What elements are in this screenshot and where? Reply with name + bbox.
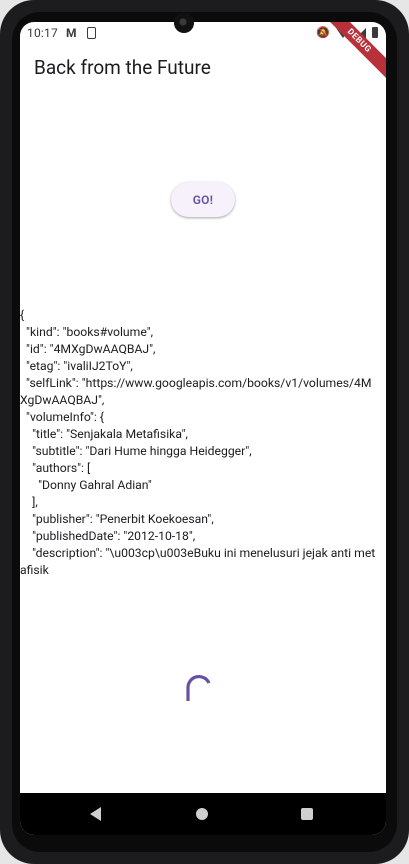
app-screen: 10:17 M 🔕 DEBUG Back from the Future GO!… xyxy=(20,22,386,835)
back-icon[interactable] xyxy=(90,807,101,821)
status-time: 10:17 xyxy=(27,26,58,40)
bell-off-icon: 🔕 xyxy=(316,26,330,39)
json-response-text: { "kind": "books#volume", "id": "4MXgDwA… xyxy=(20,308,376,577)
go-button[interactable]: GO! xyxy=(171,182,235,217)
mail-icon: M xyxy=(66,26,77,40)
status-bar: 10:17 M 🔕 xyxy=(20,22,386,46)
home-icon[interactable] xyxy=(196,808,208,820)
sim-icon xyxy=(87,27,96,39)
page-title: Back from the Future xyxy=(34,56,211,79)
camera-icon xyxy=(174,13,194,33)
system-nav-bar xyxy=(20,793,386,835)
recents-icon[interactable] xyxy=(301,808,313,820)
battery-icon xyxy=(372,27,378,38)
device-frame: 10:17 M 🔕 DEBUG Back from the Future GO!… xyxy=(0,0,409,864)
loading-spinner xyxy=(186,675,211,701)
